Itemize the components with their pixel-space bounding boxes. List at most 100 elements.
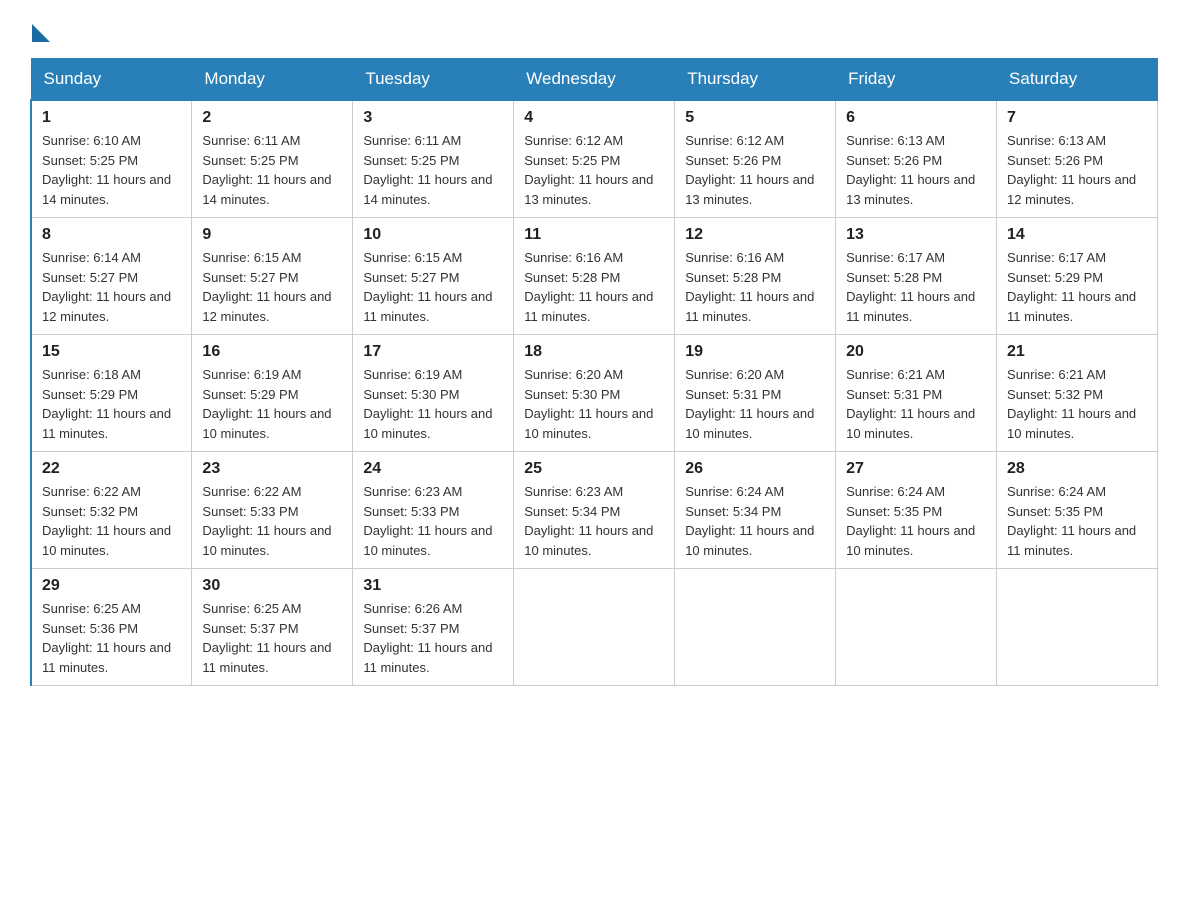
calendar-cell: 9 Sunrise: 6:15 AMSunset: 5:27 PMDaylight…	[192, 218, 353, 335]
weekday-header: Saturday	[997, 59, 1158, 101]
calendar-cell: 18Sunrise: 6:20 AMSunset: 5:30 PMDayligh…	[514, 335, 675, 452]
calendar-cell: 19Sunrise: 6:20 AMSunset: 5:31 PMDayligh…	[675, 335, 836, 452]
day-info: Sunrise: 6:24 AMSunset: 5:35 PMDaylight:…	[846, 484, 975, 558]
day-info: Sunrise: 6:19 AMSunset: 5:30 PMDaylight:…	[363, 367, 492, 441]
weekday-header: Sunday	[31, 59, 192, 101]
calendar-cell	[675, 569, 836, 686]
calendar-cell: 5 Sunrise: 6:12 AMSunset: 5:26 PMDaylight…	[675, 100, 836, 218]
day-number: 31	[363, 577, 503, 595]
day-number: 26	[685, 460, 825, 478]
day-number: 14	[1007, 226, 1147, 244]
calendar-cell: 2 Sunrise: 6:11 AMSunset: 5:25 PMDaylight…	[192, 100, 353, 218]
calendar-cell: 8 Sunrise: 6:14 AMSunset: 5:27 PMDaylight…	[31, 218, 192, 335]
calendar-cell: 30 Sunrise: 6:25 AMSunset: 5:37 PMDayligh…	[192, 569, 353, 686]
day-info: Sunrise: 6:18 AMSunset: 5:29 PMDaylight:…	[42, 367, 171, 441]
day-number: 27	[846, 460, 986, 478]
day-info: Sunrise: 6:25 AMSunset: 5:36 PMDaylight:…	[42, 601, 171, 675]
weekday-header: Thursday	[675, 59, 836, 101]
day-info: Sunrise: 6:19 AMSunset: 5:29 PMDaylight:…	[202, 367, 331, 441]
weekday-header: Friday	[836, 59, 997, 101]
weekday-header-row: SundayMondayTuesdayWednesdayThursdayFrid…	[31, 59, 1158, 101]
day-number: 30	[202, 577, 342, 595]
day-info: Sunrise: 6:20 AMSunset: 5:30 PMDaylight:…	[524, 367, 653, 441]
calendar-cell: 15Sunrise: 6:18 AMSunset: 5:29 PMDayligh…	[31, 335, 192, 452]
calendar-cell: 12 Sunrise: 6:16 AMSunset: 5:28 PMDayligh…	[675, 218, 836, 335]
day-number: 9	[202, 226, 342, 244]
day-info: Sunrise: 6:22 AMSunset: 5:32 PMDaylight:…	[42, 484, 171, 558]
calendar-cell: 13 Sunrise: 6:17 AMSunset: 5:28 PMDayligh…	[836, 218, 997, 335]
calendar-cell: 17 Sunrise: 6:19 AMSunset: 5:30 PMDayligh…	[353, 335, 514, 452]
day-number: 3	[363, 109, 503, 127]
day-number: 10	[363, 226, 503, 244]
day-info: Sunrise: 6:14 AMSunset: 5:27 PMDaylight:…	[42, 250, 171, 324]
calendar-week-row: 8 Sunrise: 6:14 AMSunset: 5:27 PMDaylight…	[31, 218, 1158, 335]
calendar-cell: 29 Sunrise: 6:25 AMSunset: 5:36 PMDayligh…	[31, 569, 192, 686]
day-number: 16	[202, 343, 342, 361]
calendar-cell: 3 Sunrise: 6:11 AMSunset: 5:25 PMDaylight…	[353, 100, 514, 218]
calendar-week-row: 1 Sunrise: 6:10 AMSunset: 5:25 PMDaylight…	[31, 100, 1158, 218]
calendar-cell	[836, 569, 997, 686]
day-info: Sunrise: 6:11 AMSunset: 5:25 PMDaylight:…	[202, 133, 331, 207]
logo	[30, 20, 50, 38]
calendar-cell: 16 Sunrise: 6:19 AMSunset: 5:29 PMDayligh…	[192, 335, 353, 452]
calendar-cell: 22 Sunrise: 6:22 AMSunset: 5:32 PMDayligh…	[31, 452, 192, 569]
day-info: Sunrise: 6:22 AMSunset: 5:33 PMDaylight:…	[202, 484, 331, 558]
day-number: 7	[1007, 109, 1147, 127]
day-number: 28	[1007, 460, 1147, 478]
day-info: Sunrise: 6:21 AMSunset: 5:32 PMDaylight:…	[1007, 367, 1136, 441]
day-number: 23	[202, 460, 342, 478]
day-number: 25	[524, 460, 664, 478]
weekday-header: Wednesday	[514, 59, 675, 101]
day-number: 19	[685, 343, 825, 361]
day-number: 21	[1007, 343, 1147, 361]
page-header	[30, 20, 1158, 38]
calendar-cell: 1 Sunrise: 6:10 AMSunset: 5:25 PMDaylight…	[31, 100, 192, 218]
weekday-header: Monday	[192, 59, 353, 101]
day-number: 5	[685, 109, 825, 127]
day-info: Sunrise: 6:24 AMSunset: 5:34 PMDaylight:…	[685, 484, 814, 558]
calendar-table: SundayMondayTuesdayWednesdayThursdayFrid…	[30, 58, 1158, 686]
day-number: 1	[42, 109, 181, 127]
day-info: Sunrise: 6:12 AMSunset: 5:26 PMDaylight:…	[685, 133, 814, 207]
day-number: 13	[846, 226, 986, 244]
calendar-cell: 21 Sunrise: 6:21 AMSunset: 5:32 PMDayligh…	[997, 335, 1158, 452]
day-number: 6	[846, 109, 986, 127]
calendar-cell: 26 Sunrise: 6:24 AMSunset: 5:34 PMDayligh…	[675, 452, 836, 569]
calendar-cell: 10 Sunrise: 6:15 AMSunset: 5:27 PMDayligh…	[353, 218, 514, 335]
day-info: Sunrise: 6:16 AMSunset: 5:28 PMDaylight:…	[524, 250, 653, 324]
day-info: Sunrise: 6:23 AMSunset: 5:33 PMDaylight:…	[363, 484, 492, 558]
day-number: 29	[42, 577, 181, 595]
calendar-cell	[514, 569, 675, 686]
calendar-cell: 20Sunrise: 6:21 AMSunset: 5:31 PMDayligh…	[836, 335, 997, 452]
day-info: Sunrise: 6:15 AMSunset: 5:27 PMDaylight:…	[202, 250, 331, 324]
day-info: Sunrise: 6:17 AMSunset: 5:28 PMDaylight:…	[846, 250, 975, 324]
day-number: 2	[202, 109, 342, 127]
day-info: Sunrise: 6:12 AMSunset: 5:25 PMDaylight:…	[524, 133, 653, 207]
day-info: Sunrise: 6:13 AMSunset: 5:26 PMDaylight:…	[846, 133, 975, 207]
day-info: Sunrise: 6:25 AMSunset: 5:37 PMDaylight:…	[202, 601, 331, 675]
day-info: Sunrise: 6:24 AMSunset: 5:35 PMDaylight:…	[1007, 484, 1136, 558]
day-number: 20	[846, 343, 986, 361]
day-number: 17	[363, 343, 503, 361]
day-info: Sunrise: 6:11 AMSunset: 5:25 PMDaylight:…	[363, 133, 492, 207]
day-info: Sunrise: 6:13 AMSunset: 5:26 PMDaylight:…	[1007, 133, 1136, 207]
calendar-cell: 25 Sunrise: 6:23 AMSunset: 5:34 PMDayligh…	[514, 452, 675, 569]
logo-arrow-icon	[32, 24, 50, 42]
day-number: 12	[685, 226, 825, 244]
calendar-week-row: 15Sunrise: 6:18 AMSunset: 5:29 PMDayligh…	[31, 335, 1158, 452]
calendar-cell: 28 Sunrise: 6:24 AMSunset: 5:35 PMDayligh…	[997, 452, 1158, 569]
day-info: Sunrise: 6:15 AMSunset: 5:27 PMDaylight:…	[363, 250, 492, 324]
calendar-week-row: 22 Sunrise: 6:22 AMSunset: 5:32 PMDayligh…	[31, 452, 1158, 569]
day-info: Sunrise: 6:16 AMSunset: 5:28 PMDaylight:…	[685, 250, 814, 324]
day-info: Sunrise: 6:10 AMSunset: 5:25 PMDaylight:…	[42, 133, 171, 207]
calendar-cell: 6 Sunrise: 6:13 AMSunset: 5:26 PMDaylight…	[836, 100, 997, 218]
day-info: Sunrise: 6:26 AMSunset: 5:37 PMDaylight:…	[363, 601, 492, 675]
day-info: Sunrise: 6:23 AMSunset: 5:34 PMDaylight:…	[524, 484, 653, 558]
calendar-cell: 27 Sunrise: 6:24 AMSunset: 5:35 PMDayligh…	[836, 452, 997, 569]
day-number: 8	[42, 226, 181, 244]
calendar-cell: 24Sunrise: 6:23 AMSunset: 5:33 PMDayligh…	[353, 452, 514, 569]
calendar-cell: 31 Sunrise: 6:26 AMSunset: 5:37 PMDayligh…	[353, 569, 514, 686]
day-info: Sunrise: 6:17 AMSunset: 5:29 PMDaylight:…	[1007, 250, 1136, 324]
calendar-cell: 14 Sunrise: 6:17 AMSunset: 5:29 PMDayligh…	[997, 218, 1158, 335]
day-number: 22	[42, 460, 181, 478]
